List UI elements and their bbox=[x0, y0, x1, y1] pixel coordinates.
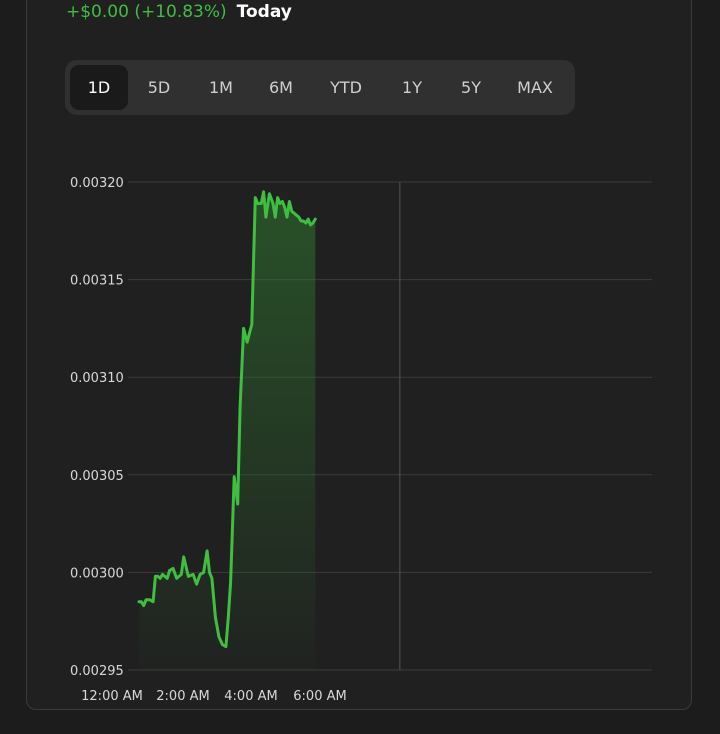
x-tick-label: 2:00 AM bbox=[156, 689, 209, 704]
time-range-selector: 1D 5D 1M 6M YTD 1Y 5Y MAX bbox=[65, 60, 575, 115]
y-tick-label: 0.00310 bbox=[70, 371, 124, 386]
period-label: Today bbox=[236, 2, 292, 22]
x-tick-label: 12:00 AM bbox=[81, 689, 143, 704]
range-button-1m[interactable]: 1M bbox=[190, 65, 252, 110]
price-area-fill bbox=[139, 191, 316, 671]
y-tick-label: 0.00295 bbox=[70, 664, 124, 679]
price-chart: 0.00320 0.00315 0.00310 0.00305 0.00300 0.002… bbox=[70, 176, 652, 704]
y-tick-label: 0.00315 bbox=[70, 274, 124, 289]
range-button-ytd[interactable]: YTD bbox=[310, 65, 382, 110]
price-change: +$0.00 (+10.83%) bbox=[66, 2, 227, 22]
x-tick-label: 4:00 AM bbox=[224, 689, 277, 704]
x-tick-label: 6:00 AM bbox=[293, 689, 346, 704]
y-tick-label: 0.00300 bbox=[70, 566, 124, 581]
range-button-1y[interactable]: 1Y bbox=[382, 65, 442, 110]
y-axis-ticks: 0.00320 0.00315 0.00310 0.00305 0.00300 0.002… bbox=[70, 176, 124, 679]
range-button-1d[interactable]: 1D bbox=[70, 65, 128, 110]
y-tick-label: 0.00320 bbox=[70, 176, 124, 191]
x-axis-ticks: 12:00 AM 2:00 AM 4:00 AM 6:00 AM bbox=[81, 689, 347, 704]
price-change-row: +$0.00 (+10.83%) Today bbox=[66, 2, 292, 22]
range-button-max[interactable]: MAX bbox=[500, 65, 570, 110]
range-button-5y[interactable]: 5Y bbox=[442, 65, 500, 110]
range-button-5d[interactable]: 5D bbox=[128, 65, 190, 110]
range-button-6m[interactable]: 6M bbox=[252, 65, 310, 110]
y-tick-label: 0.00305 bbox=[70, 469, 124, 484]
